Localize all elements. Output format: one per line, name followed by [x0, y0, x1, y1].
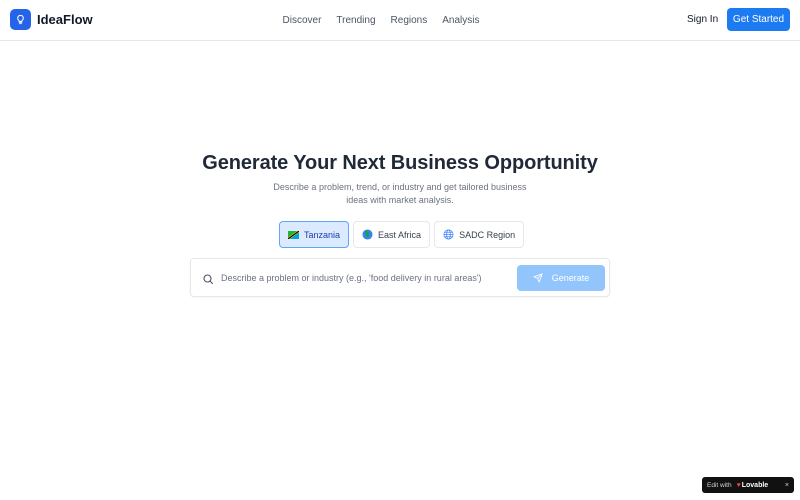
idea-search-card: Generate: [190, 258, 610, 297]
lightbulb-logo-icon: [10, 9, 31, 30]
tanzania-flag-icon: [288, 230, 299, 239]
generate-button-label: Generate: [551, 273, 590, 283]
region-selector: Tanzania East Africa SADC Region: [279, 221, 525, 248]
globe-icon: [443, 229, 454, 240]
search-icon: [202, 272, 214, 290]
brand-name: IdeaFlow: [37, 12, 93, 27]
badge-brand: Lovable: [741, 481, 769, 489]
idea-search-input[interactable]: [221, 268, 503, 288]
generate-button[interactable]: Generate: [517, 265, 605, 291]
nav-link-trending[interactable]: Trending: [336, 15, 375, 26]
region-chip-east-africa[interactable]: East Africa: [353, 221, 431, 248]
region-chip-tanzania[interactable]: Tanzania: [279, 221, 350, 248]
top-navigation-bar: IdeaFlow Discover Trending Regions Analy…: [0, 0, 800, 41]
region-chip-sadc[interactable]: SADC Region: [434, 221, 525, 248]
region-chip-label: Tanzania: [304, 229, 341, 240]
nav-link-regions[interactable]: Regions: [391, 15, 428, 26]
edit-with-lovable-badge[interactable]: Edit with ♥ Lovable ×: [702, 477, 794, 493]
close-icon[interactable]: ×: [785, 482, 789, 489]
main-nav: Discover Trending Regions Analysis: [0, 0, 800, 40]
nav-link-analysis[interactable]: Analysis: [442, 15, 479, 26]
hero-title: Generate Your Next Business Opportunity: [202, 152, 598, 174]
brand[interactable]: IdeaFlow: [10, 9, 93, 30]
badge-edit-with: Edit with: [707, 481, 732, 489]
sign-in-link[interactable]: Sign In: [687, 14, 718, 25]
region-chip-label: SADC Region: [459, 229, 516, 240]
get-started-button[interactable]: Get Started: [727, 8, 790, 31]
send-icon: [533, 273, 543, 283]
globe-africa-icon: [362, 229, 373, 240]
region-chip-label: East Africa: [378, 229, 422, 240]
lovable-heart-icon: ♥: [736, 481, 741, 489]
hero-subtitle: Describe a problem, trend, or industry a…: [273, 182, 527, 205]
nav-link-discover[interactable]: Discover: [283, 15, 322, 26]
